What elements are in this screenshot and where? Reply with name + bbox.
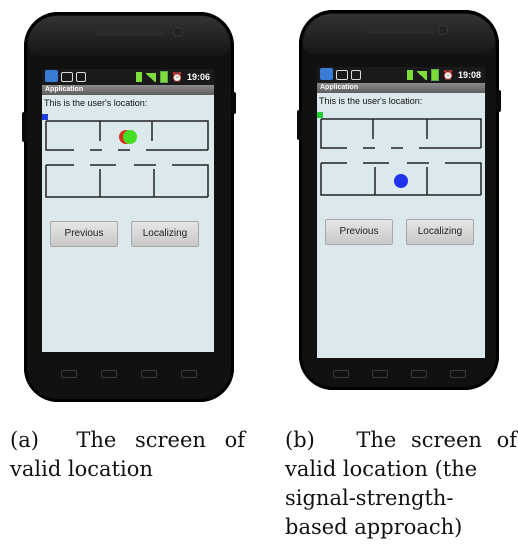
phone-b: ⏰ 19:08 Application This is the user's l… (297, 10, 501, 390)
notification-icon (320, 68, 333, 80)
phone-a-side-key-right (231, 92, 236, 114)
phone-b-screen: ⏰ 19:08 Application This is the user's l… (317, 67, 485, 358)
home-key-icon[interactable] (141, 370, 157, 378)
estimate-green-dot (123, 130, 137, 144)
signal-icon (416, 70, 427, 80)
floor-plan (320, 118, 482, 196)
phone-b-camera (439, 26, 447, 34)
battery-icon (430, 69, 439, 81)
caption-b: (b) The screen of valid location (the si… (285, 426, 517, 542)
phone-a: ⏰ 19:06 Application This is the user's l… (22, 12, 236, 402)
download-icon (76, 72, 86, 82)
search-key-icon[interactable] (181, 370, 197, 378)
phone-b-nav-bar (321, 367, 477, 381)
battery-icon (159, 71, 168, 83)
caption-b-line-4: based approach) (285, 515, 463, 539)
status-bar: ⏰ 19:06 (42, 69, 214, 85)
phone-a-speaker (94, 30, 164, 36)
sim-icon (135, 72, 142, 82)
caption-b-label: (b) (285, 428, 315, 452)
notification-icon (45, 70, 58, 82)
sim-icon (406, 70, 413, 80)
signal-icon (145, 72, 156, 82)
floor-plan (45, 120, 209, 198)
mail-icon (61, 72, 73, 82)
caption-a-line-1: The screen of (76, 428, 245, 452)
phone-b-side-key-right (496, 90, 501, 112)
previous-button[interactable]: Previous (325, 219, 393, 245)
mail-icon (336, 70, 348, 80)
home-key-icon[interactable] (410, 370, 427, 378)
status-bar: ⏰ 19:08 (317, 67, 485, 83)
menu-key-icon[interactable] (371, 370, 388, 378)
status-time: 19:08 (457, 70, 481, 80)
back-key-icon[interactable] (332, 370, 349, 378)
location-label: This is the user's location: (319, 96, 423, 106)
caption-b-line-2: valid location (the (285, 457, 478, 481)
download-icon (351, 70, 361, 80)
phone-a-camera (174, 28, 182, 36)
phone-a-side-key (22, 112, 27, 142)
estimate-blue-dot (394, 174, 408, 188)
menu-key-icon[interactable] (101, 370, 117, 378)
back-key-icon[interactable] (61, 370, 77, 378)
previous-button[interactable]: Previous (50, 221, 118, 247)
caption-b-line-3: signal-strength- (285, 486, 454, 510)
location-label: This is the user's location: (44, 98, 148, 108)
app-title-bar: Application (42, 85, 214, 95)
phone-b-speaker (365, 28, 435, 34)
localizing-button[interactable]: Localizing (406, 219, 474, 245)
phone-a-nav-bar (49, 367, 209, 381)
caption-b-line-1: The screen of (356, 428, 517, 452)
app-title: Application (45, 86, 84, 93)
phone-a-screen: ⏰ 19:06 Application This is the user's l… (42, 69, 214, 352)
alarm-icon: ⏰ (171, 71, 183, 82)
caption-a-line-2: valid location (10, 457, 153, 481)
phone-b-side-key (297, 110, 302, 140)
app-title-bar: Application (317, 83, 485, 93)
search-key-icon[interactable] (449, 370, 466, 378)
caption-a: (a) The screen of valid location (10, 426, 245, 484)
localizing-button[interactable]: Localizing (131, 221, 199, 247)
alarm-icon: ⏰ (442, 69, 454, 80)
app-title: Application (320, 84, 359, 91)
caption-a-label: (a) (10, 428, 39, 452)
status-time: 19:06 (186, 72, 210, 82)
